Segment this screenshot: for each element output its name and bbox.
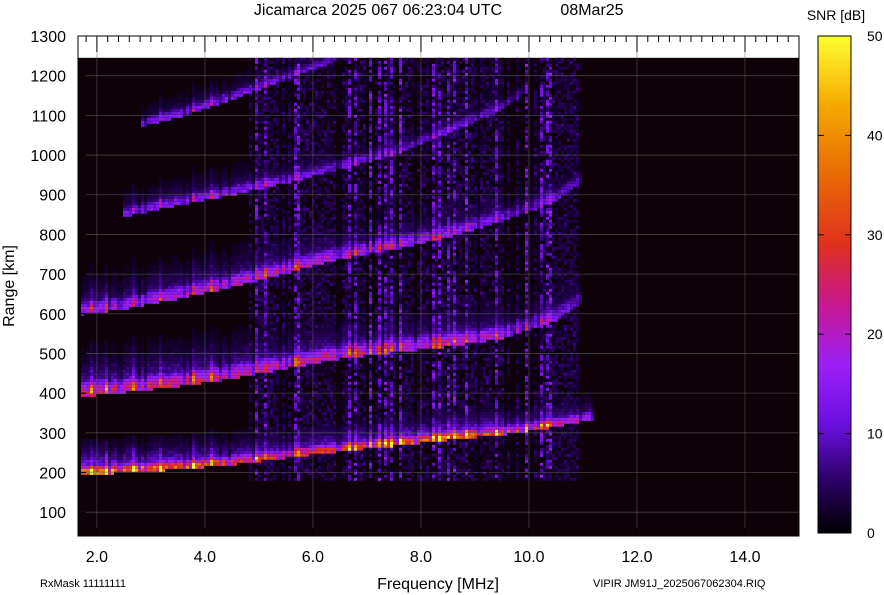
x-tick-label: 12.0: [621, 549, 652, 566]
ionogram-chart: Jicamarca 2025 067 06:23:04 UTC 08Mar25 …: [1, 2, 883, 593]
colorbar: [817, 35, 852, 534]
colorbar-tick-label: 0: [867, 525, 875, 541]
x-tick-label: 4.0: [194, 549, 216, 566]
y-tick-label: 100: [39, 505, 66, 522]
colorbar-tick-label: 50: [867, 28, 883, 44]
y-tick-label: 700: [39, 267, 66, 284]
y-axis-label: Range [km]: [1, 245, 18, 327]
heatmap-area: [78, 57, 799, 536]
x-tick-label: 8.0: [410, 549, 432, 566]
y-tick-label: 300: [39, 426, 66, 443]
y-tick-label: 600: [39, 307, 66, 324]
footer-right: VIPIR JM91J_2025067062304.RIQ: [593, 578, 766, 590]
y-tick-label: 1100: [32, 108, 67, 125]
colorbar-tick-label: 20: [867, 326, 883, 342]
x-tick-label: 10.0: [513, 549, 544, 566]
colorbar-tick-label: 30: [867, 227, 883, 243]
y-tick-label: 800: [39, 227, 66, 244]
x-tick-label: 14.0: [729, 549, 760, 566]
colorbar-tick-label: 10: [867, 426, 883, 442]
chart-title: Jicamarca 2025 067 06:23:04 UTC: [254, 2, 502, 19]
x-tick-label: 2.0: [86, 549, 108, 566]
chart-date: 08Mar25: [560, 2, 623, 19]
y-tick-label: 1200: [30, 69, 66, 86]
y-tick-label: 1000: [30, 148, 66, 165]
y-tick-label: 900: [39, 188, 66, 205]
footer-left: RxMask 11111111: [40, 578, 126, 590]
y-tick-label: 500: [39, 346, 66, 363]
y-tick-label: 1300: [30, 29, 66, 46]
colorbar-tick-label: 40: [867, 127, 883, 143]
y-tick-label: 400: [39, 386, 66, 403]
colorbar-label: SNR [dB]: [807, 7, 865, 23]
y-tick-label: 200: [39, 466, 66, 483]
x-tick-label: 6.0: [302, 549, 324, 566]
x-axis-label: Frequency [MHz]: [377, 576, 499, 593]
